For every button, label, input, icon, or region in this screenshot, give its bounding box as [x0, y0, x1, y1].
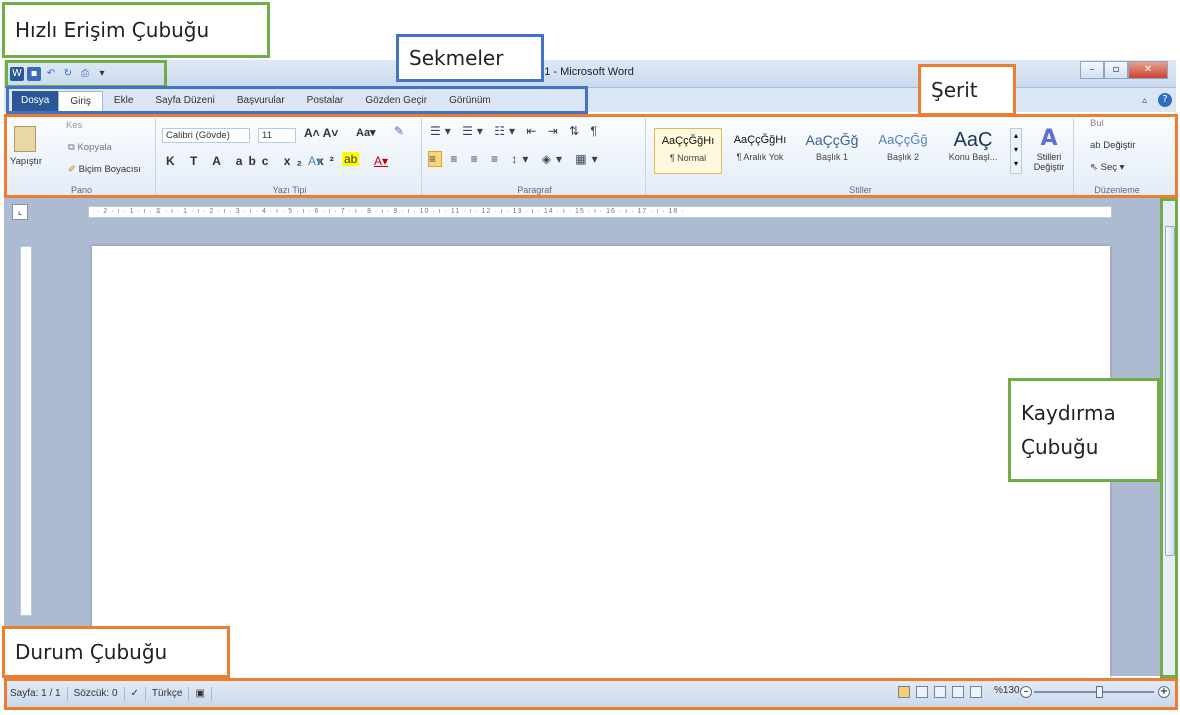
- annotation-ribbon-label: Şerit: [918, 64, 1016, 116]
- minimize-ribbon-icon[interactable]: ▵: [1142, 95, 1147, 106]
- annotation-scrollbar-box: [1160, 198, 1178, 678]
- window-controls: – ▫ ✕: [1080, 61, 1168, 79]
- window-title: ge1 - Microsoft Word: [532, 66, 634, 78]
- maximize-icon[interactable]: ▫: [1104, 61, 1128, 79]
- document-page[interactable]: [92, 246, 1110, 686]
- annotation-statusbar-box: [4, 678, 1178, 710]
- annotation-quick-access-label: Hızlı Erişim Çubuğu: [2, 2, 270, 58]
- help-icon[interactable]: ?: [1158, 93, 1172, 107]
- annotation-scrollbar-label: Kaydırma Çubuğu: [1008, 378, 1160, 482]
- annotation-tabs-box: [6, 86, 588, 114]
- close-icon[interactable]: ✕: [1128, 61, 1168, 79]
- annotation-quick-access-box: [5, 60, 167, 88]
- minimize-icon[interactable]: –: [1080, 61, 1104, 79]
- vertical-ruler[interactable]: [20, 246, 32, 616]
- horizontal-ruler[interactable]: · 2 · ı · 1 · ı · ⧖ · ı · 1 · ı · 2 · ı …: [88, 206, 1112, 218]
- annotation-statusbar-label: Durum Çubuğu: [2, 626, 230, 678]
- annotation-scrollbar-line1: Kaydırma: [1021, 401, 1116, 425]
- annotation-ribbon-box: [4, 114, 1178, 198]
- word-window: W ▪ ↶ ↻ ⎙ ▾ ge1 - Microsoft Word – ▫ ✕ D…: [0, 0, 1180, 715]
- annotation-scrollbar-line2: Çubuğu: [1021, 435, 1099, 459]
- annotation-tabs-label: Sekmeler: [396, 34, 544, 82]
- tab-selector-icon[interactable]: ⌞: [12, 204, 28, 220]
